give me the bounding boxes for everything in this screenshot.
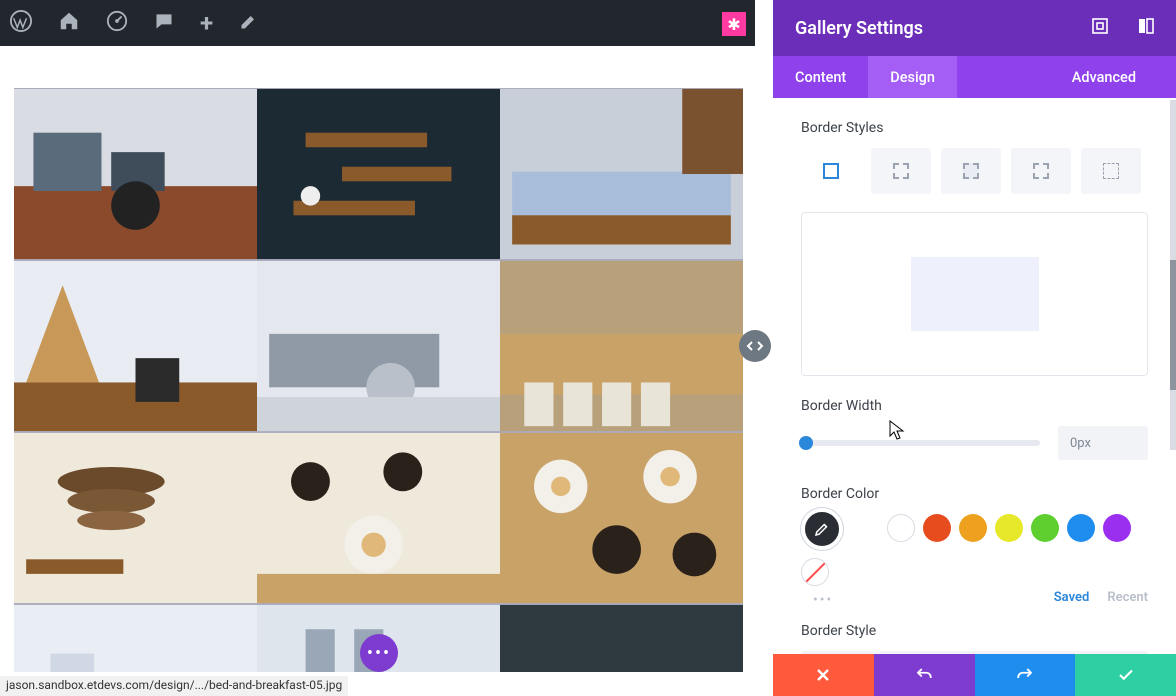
- plus-icon[interactable]: +: [200, 9, 213, 37]
- expand-icon[interactable]: [1092, 18, 1108, 38]
- wordpress-icon[interactable]: [10, 10, 32, 37]
- label-border-styles: Border Styles: [801, 120, 1148, 136]
- editor-viewport: + ✱ ••• jason.sandbox.etdevs.com/design/…: [0, 0, 755, 696]
- gallery-image[interactable]: [500, 260, 743, 432]
- panel-title: Gallery Settings: [795, 18, 923, 39]
- panel-header: Gallery Settings: [773, 0, 1176, 56]
- border-styles-row: [801, 148, 1148, 194]
- border-preview-box: [801, 212, 1148, 376]
- tab-advanced[interactable]: Advanced: [1050, 56, 1158, 98]
- gallery-image[interactable]: [14, 604, 257, 672]
- color-picker-swatch[interactable]: [801, 508, 843, 550]
- redo-button[interactable]: [975, 654, 1076, 696]
- gallery-image[interactable]: [500, 88, 743, 260]
- dashboard-icon[interactable]: [106, 10, 128, 37]
- swatch-none[interactable]: [801, 558, 829, 586]
- module-actions-fab[interactable]: •••: [360, 634, 398, 672]
- swatch-row: [801, 514, 1148, 586]
- browser-status-bar: jason.sandbox.etdevs.com/design/.../bed-…: [0, 676, 348, 696]
- slider-thumb[interactable]: [799, 436, 813, 450]
- gallery-grid: [14, 88, 744, 672]
- home-icon[interactable]: [58, 10, 80, 37]
- label-border-color: Border Color: [801, 486, 1148, 502]
- border-preview-inner: [911, 257, 1039, 331]
- border-width-value[interactable]: 0px: [1058, 426, 1148, 460]
- panel-resize-handle[interactable]: [739, 330, 771, 362]
- comment-icon[interactable]: [154, 11, 174, 36]
- settings-tabs: Content Design Advanced: [773, 56, 1176, 98]
- divi-badge-icon[interactable]: ✱: [722, 12, 746, 36]
- gallery-image[interactable]: [500, 432, 743, 604]
- swatch-black[interactable]: [851, 514, 879, 542]
- gallery-image[interactable]: [257, 432, 500, 604]
- swatch-orange[interactable]: [959, 514, 987, 542]
- gallery-image[interactable]: [14, 432, 257, 604]
- confirm-button[interactable]: [1075, 654, 1176, 696]
- swatch-yellow[interactable]: [995, 514, 1023, 542]
- palette-recent[interactable]: Recent: [1107, 590, 1148, 605]
- swatch-purple[interactable]: [1103, 514, 1131, 542]
- gallery-image[interactable]: [14, 88, 257, 260]
- swatch-blue[interactable]: [1067, 514, 1095, 542]
- label-border-width: Border Width: [801, 398, 1148, 414]
- cancel-button[interactable]: [773, 654, 874, 696]
- snap-icon[interactable]: [1138, 18, 1154, 38]
- border-style-top[interactable]: [871, 148, 931, 194]
- border-style-right[interactable]: [941, 148, 1001, 194]
- border-style-left[interactable]: [1081, 148, 1141, 194]
- settings-footer: [773, 654, 1176, 696]
- wp-admin-bar: +: [0, 0, 755, 46]
- label-border-style: Border Style: [801, 623, 1148, 639]
- border-style-bottom[interactable]: [1011, 148, 1071, 194]
- tab-design[interactable]: Design: [868, 56, 957, 98]
- tab-content[interactable]: Content: [773, 56, 868, 98]
- palette-saved[interactable]: Saved: [1054, 590, 1090, 605]
- gallery-image[interactable]: [500, 604, 743, 672]
- undo-button[interactable]: [874, 654, 975, 696]
- scrollbar-thumb[interactable]: [1170, 260, 1176, 390]
- panel-scrollbar[interactable]: [1170, 100, 1176, 450]
- panel-body: Border Styles Border Width 0px Border Co…: [773, 98, 1176, 696]
- gallery-image[interactable]: [257, 260, 500, 432]
- gallery-image[interactable]: [14, 260, 257, 432]
- border-width-slider[interactable]: [801, 440, 1040, 446]
- swatch-green[interactable]: [1031, 514, 1059, 542]
- pencil-icon[interactable]: [239, 11, 259, 36]
- settings-panel: Gallery Settings Content Design Advanced…: [773, 0, 1176, 696]
- swatch-red[interactable]: [923, 514, 951, 542]
- gallery-image[interactable]: [257, 88, 500, 260]
- swatch-white[interactable]: [887, 514, 915, 542]
- border-style-all[interactable]: [801, 148, 861, 194]
